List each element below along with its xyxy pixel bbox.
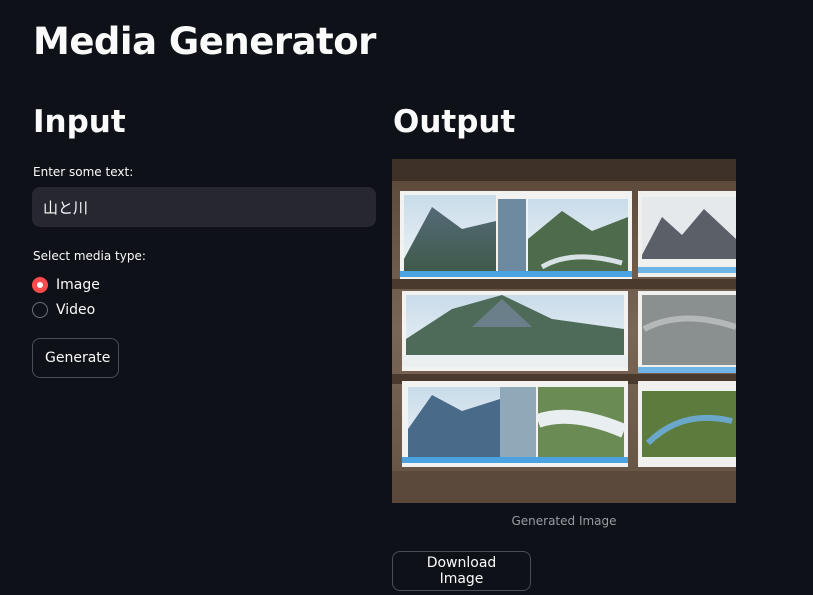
app-page: Media Generator Input Output Enter some … <box>0 0 813 595</box>
generated-image <box>392 159 736 503</box>
radio-selected-icon[interactable] <box>32 277 48 293</box>
media-type-label: Select media type: <box>33 249 146 263</box>
generate-button[interactable]: Generate <box>32 338 119 378</box>
input-heading: Input <box>33 104 126 140</box>
download-image-button[interactable]: Download Image <box>392 551 531 591</box>
radio-unselected-icon[interactable] <box>32 302 48 318</box>
image-caption: Generated Image <box>511 514 617 528</box>
text-input-label: Enter some text: <box>33 165 134 179</box>
radio-option-image[interactable]: Image <box>32 274 100 296</box>
text-input[interactable] <box>32 187 376 227</box>
generated-image-picture <box>392 159 736 503</box>
page-title: Media Generator <box>33 20 376 63</box>
radio-label-image: Image <box>56 277 100 293</box>
radio-label-video: Video <box>56 302 96 318</box>
radio-option-video[interactable]: Video <box>32 299 95 321</box>
output-heading: Output <box>393 104 516 140</box>
